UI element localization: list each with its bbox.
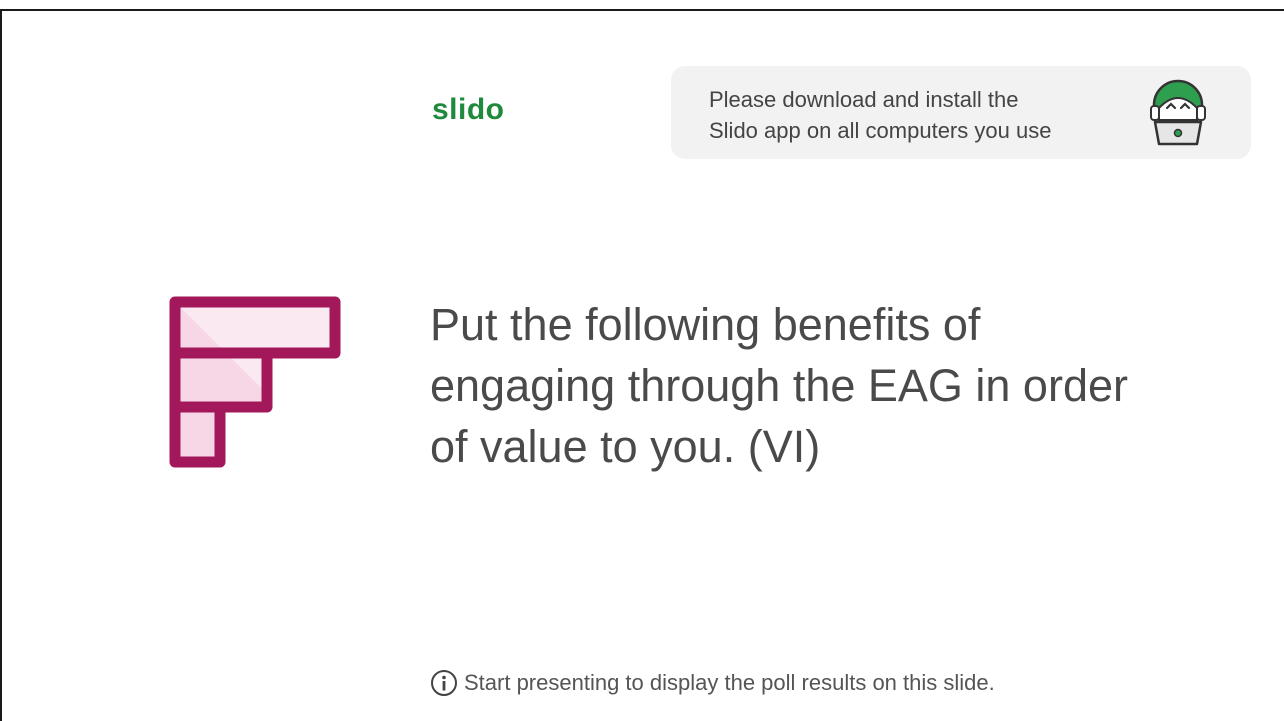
poll-question: Put the following benefits of engaging t… bbox=[430, 294, 1250, 477]
presenting-hint: Start presenting to display the poll res… bbox=[430, 668, 995, 698]
question-line-1: Put the following benefits of bbox=[430, 299, 981, 350]
banner-line-1: Please download and install the bbox=[709, 87, 1019, 112]
info-icon bbox=[431, 670, 457, 696]
question-line-3: of value to you. (VI) bbox=[430, 421, 821, 472]
banner-message: Please download and install the Slido ap… bbox=[709, 84, 1129, 146]
question-line-2: engaging through the EAG in order bbox=[430, 360, 1128, 411]
slido-mascot-laptop-icon bbox=[1150, 79, 1206, 146]
slido-logo: slido bbox=[432, 93, 505, 126]
slide-frame: slido Please download and install the Sl… bbox=[0, 9, 1284, 721]
banner-line-2: Slido app on all computers you use bbox=[709, 118, 1052, 143]
ranking-poll-icon bbox=[169, 296, 341, 468]
hint-text: Start presenting to display the poll res… bbox=[464, 670, 995, 695]
download-app-banner[interactable]: Please download and install the Slido ap… bbox=[671, 66, 1251, 159]
